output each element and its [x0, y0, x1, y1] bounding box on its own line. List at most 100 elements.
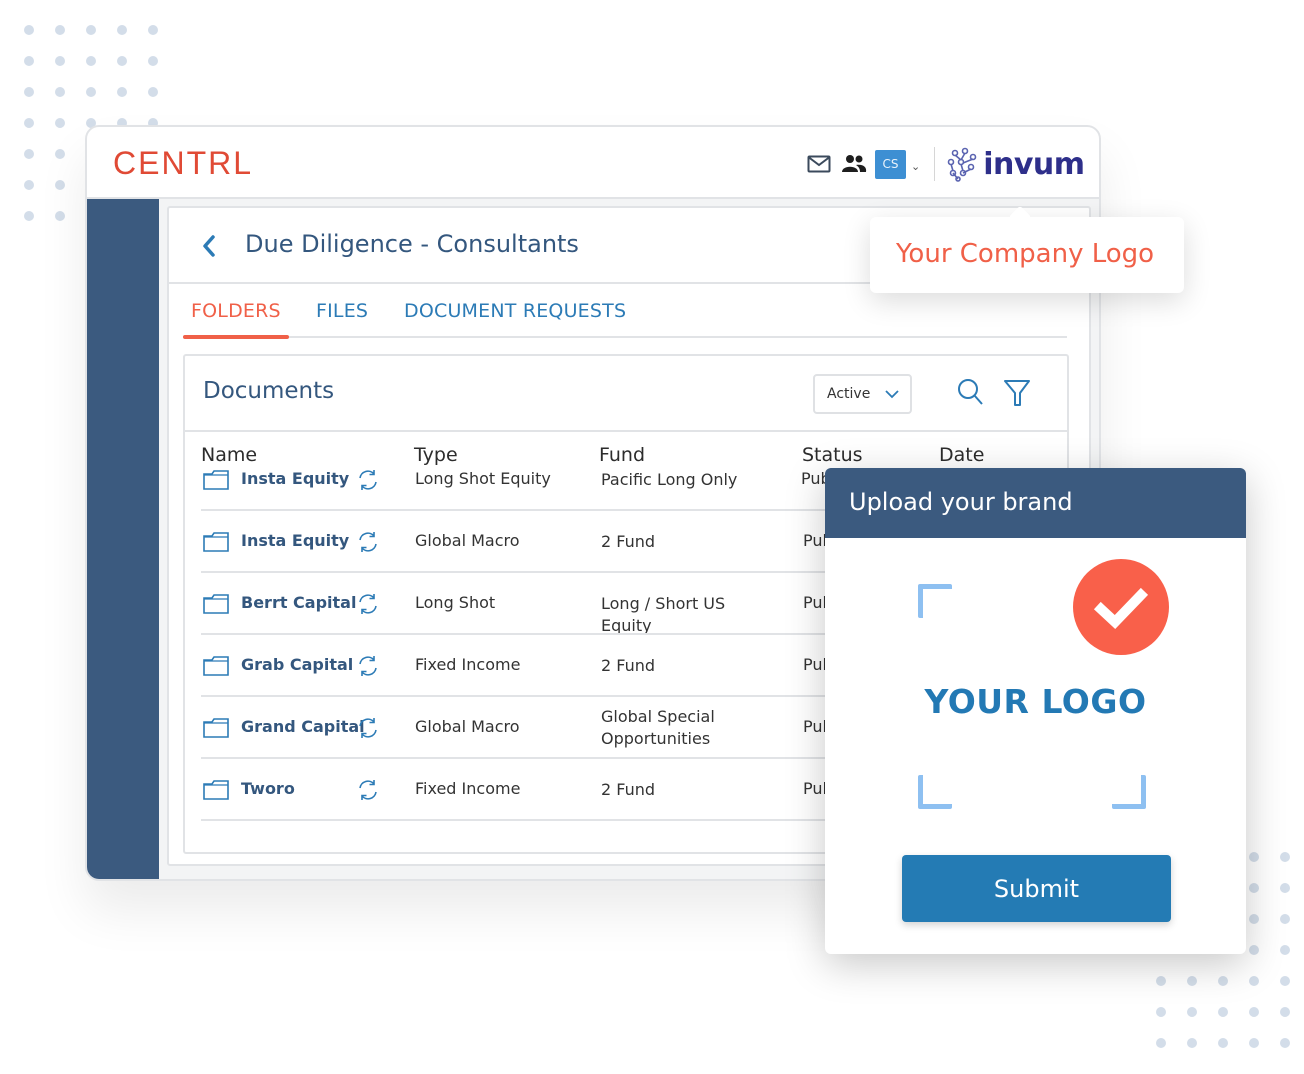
tab-document-requests[interactable]: DOCUMENT REQUESTS [404, 300, 626, 322]
cell-fund: 2 Fund [601, 656, 656, 675]
tab-label: FOLDERS [191, 300, 281, 322]
decorative-dot [1218, 1038, 1228, 1048]
decorative-dot [55, 25, 65, 35]
decorative-dot [1218, 976, 1228, 986]
filter-icon[interactable] [1003, 378, 1031, 408]
cell-type: Long Shot [415, 593, 496, 612]
decorative-dot [1156, 1007, 1166, 1017]
partner-logo: invum [945, 146, 1085, 182]
sync-icon[interactable] [357, 593, 379, 615]
decorative-dot [24, 56, 34, 66]
decorative-dot [1249, 1007, 1259, 1017]
decorative-dot [1156, 1038, 1166, 1048]
sync-icon[interactable] [357, 531, 379, 553]
cell-fund: Global Special Opportunities [601, 707, 715, 748]
check-circle-icon [1073, 559, 1169, 655]
upload-brand-modal: Upload your brand YOUR LOGO Submit [825, 468, 1246, 954]
decorative-dot [1280, 883, 1290, 893]
active-tab-indicator [183, 335, 289, 339]
chevron-down-icon[interactable]: ⌄ [911, 160, 920, 173]
invum-network-icon [947, 147, 977, 182]
decorative-dot [55, 211, 65, 221]
page-title: Due Diligence - Consultants [245, 230, 579, 258]
decorative-dot [24, 149, 34, 159]
decorative-dot [86, 87, 96, 97]
cell-fund: 2 Fund [601, 780, 656, 799]
folder-icon [203, 780, 229, 800]
submit-button[interactable]: Submit [902, 855, 1171, 922]
decorative-dot [117, 56, 127, 66]
decorative-dot [1280, 1007, 1290, 1017]
decorative-dot [1249, 914, 1259, 924]
decorative-dot [1249, 1038, 1259, 1048]
decorative-dot [1187, 1007, 1197, 1017]
decorative-dot [148, 87, 158, 97]
folder-name[interactable]: Insta Equity [241, 531, 349, 550]
documents-title: Documents [203, 378, 335, 404]
top-bar: CENTRL CS ⌄ invum [87, 127, 1099, 199]
decorative-dot [86, 56, 96, 66]
folder-name[interactable]: Berrt Capital [241, 593, 356, 612]
mail-icon[interactable] [807, 155, 831, 173]
decorative-dot [24, 180, 34, 190]
crop-corner-bottom-right [1112, 775, 1146, 809]
decorative-dot [55, 56, 65, 66]
decorative-dot [117, 87, 127, 97]
decorative-dot [1249, 976, 1259, 986]
decorative-dot [55, 118, 65, 128]
folder-icon [203, 470, 229, 490]
sync-icon[interactable] [357, 717, 379, 739]
chevron-down-icon [885, 390, 899, 399]
company-logo-tooltip: Your Company Logo [870, 217, 1184, 293]
decorative-dot [24, 211, 34, 221]
logo-placeholder[interactable]: YOUR LOGO [825, 682, 1246, 721]
folder-name[interactable]: Tworo [241, 779, 295, 798]
cell-fund: 2 Fund [601, 532, 656, 551]
decorative-dot [148, 56, 158, 66]
decorative-dot [1280, 976, 1290, 986]
cell-fund: Long / Short US Equity [601, 594, 726, 635]
search-icon[interactable] [957, 378, 985, 408]
brand-logo[interactable]: CENTRL [113, 145, 253, 182]
sync-icon[interactable] [357, 469, 379, 491]
decorative-dot [24, 25, 34, 35]
decorative-dot [1280, 914, 1290, 924]
crop-corner-bottom-left [918, 775, 952, 809]
decorative-dot [148, 25, 158, 35]
decorative-dot [1187, 1038, 1197, 1048]
tab-files[interactable]: FILES [316, 300, 368, 322]
decorative-dot [86, 25, 96, 35]
decorative-dot [55, 87, 65, 97]
documents-header: Documents Active [185, 356, 1067, 432]
users-icon[interactable] [841, 154, 867, 174]
partner-logo-text: invum [983, 146, 1085, 182]
sync-icon[interactable] [357, 655, 379, 677]
folder-icon [203, 656, 229, 676]
decorative-dot [24, 87, 34, 97]
decorative-dot [55, 180, 65, 190]
cell-type: Long Shot Equity [415, 469, 551, 488]
decorative-dot [1249, 883, 1259, 893]
folder-name[interactable]: Grab Capital [241, 655, 353, 674]
tab-folders[interactable]: FOLDERS [191, 300, 281, 322]
decorative-dot [117, 25, 127, 35]
decorative-dot [1280, 1038, 1290, 1048]
decorative-dot [1156, 976, 1166, 986]
decorative-dot [1280, 852, 1290, 862]
user-avatar[interactable]: CS [875, 149, 906, 179]
decorative-dot [1187, 976, 1197, 986]
sync-icon[interactable] [357, 779, 379, 801]
cell-type: Global Macro [415, 531, 520, 550]
cell-type: Global Macro [415, 717, 520, 736]
decorative-dot [1218, 1007, 1228, 1017]
folder-name[interactable]: Grand Capital [241, 717, 365, 736]
status-filter-value: Active [827, 386, 871, 402]
folder-icon [203, 594, 229, 614]
chevron-left-icon[interactable] [199, 232, 219, 260]
folder-icon [203, 718, 229, 738]
folder-name[interactable]: Insta Equity [241, 469, 349, 488]
tooltip-text: Your Company Logo [896, 239, 1155, 269]
status-filter-select[interactable]: Active [813, 374, 912, 414]
cell-status: Pul [803, 779, 827, 798]
modal-title: Upload your brand [849, 488, 1073, 516]
